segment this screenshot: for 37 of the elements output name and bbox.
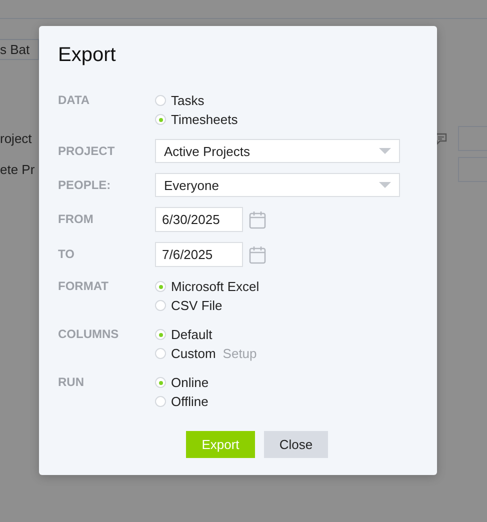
caret-icon xyxy=(379,182,391,188)
radio-label[interactable]: Online xyxy=(171,375,209,390)
radio-button[interactable] xyxy=(155,114,166,125)
dialog-title: Export xyxy=(58,44,117,67)
field-label: FROM xyxy=(58,211,94,228)
radio-label[interactable]: CSV File xyxy=(171,298,222,313)
radio-button[interactable] xyxy=(155,300,166,311)
radio-label[interactable]: Microsoft Excel xyxy=(171,279,260,294)
calendar-icon[interactable] xyxy=(249,210,266,228)
radio-label[interactable]: Default xyxy=(171,327,212,342)
radio-label[interactable]: Offline xyxy=(171,394,208,409)
radio-button[interactable] xyxy=(155,281,166,292)
field-label: RUN xyxy=(58,374,85,391)
dropdown[interactable]: Active Projects xyxy=(155,139,400,163)
radio-button[interactable] xyxy=(155,377,166,388)
caret-icon xyxy=(379,148,391,154)
date-field[interactable]: 7/6/2025 xyxy=(155,242,243,267)
radio-button[interactable] xyxy=(155,329,166,340)
date-field[interactable]: 6/30/2025 xyxy=(155,207,243,232)
field-label: COLUMNS xyxy=(58,326,120,343)
field-label: PEOPLE: xyxy=(58,176,112,194)
radio-label[interactable]: Tasks xyxy=(171,93,204,108)
field-label: DATA xyxy=(58,92,91,109)
radio-button[interactable] xyxy=(155,95,166,106)
row-label: ete Pr xyxy=(0,162,35,177)
row-label: roject xyxy=(0,131,32,146)
calendar-icon[interactable] xyxy=(249,246,266,264)
field-label: PROJECT xyxy=(58,142,116,160)
field-label: FORMAT xyxy=(58,278,110,295)
comment-icon[interactable] xyxy=(434,132,448,146)
radio-button[interactable] xyxy=(155,396,166,407)
radio-button[interactable] xyxy=(155,348,166,359)
field-label: TO xyxy=(58,246,76,263)
dropdown[interactable]: Everyone xyxy=(155,173,400,197)
close-button[interactable]: Close xyxy=(264,431,328,458)
radio-label[interactable]: Timesheets xyxy=(171,112,238,127)
radio-label[interactable]: Custom xyxy=(171,346,216,361)
